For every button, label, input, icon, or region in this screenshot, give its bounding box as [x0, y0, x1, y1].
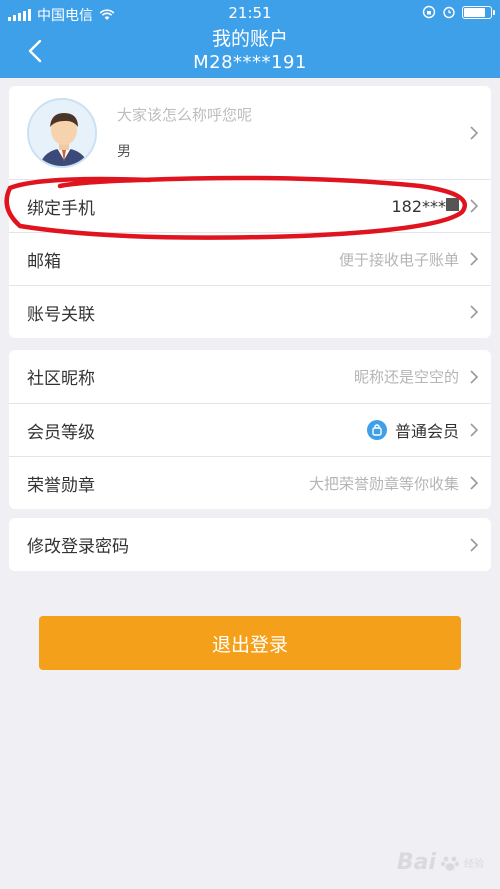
honor-medals-row[interactable]: 荣誉勋章 大把荣誉勋章等你收集	[9, 456, 491, 509]
account-card: 大家该怎么称呼您呢 男 绑定手机 182*** 邮箱 便于接收电子账单 账号关联	[9, 86, 491, 338]
chevron-right-icon	[470, 305, 479, 319]
community-nickname-row[interactable]: 社区昵称 昵称还是空空的	[9, 350, 491, 403]
chevron-right-icon	[470, 476, 479, 490]
honor-medals-label: 荣誉勋章	[27, 475, 95, 496]
member-level-text: 普通会员	[394, 422, 459, 441]
chevron-right-icon	[470, 125, 479, 140]
email-row[interactable]: 邮箱 便于接收电子账单	[9, 232, 491, 285]
page-title: 我的账户	[211, 28, 288, 50]
phone-number: 182***	[391, 196, 446, 216]
community-nickname-hint: 昵称还是空空的	[353, 368, 459, 386]
member-level-row[interactable]: 会员等级 普通会员	[9, 403, 491, 456]
bind-phone-value: 182***	[391, 197, 459, 216]
chevron-right-icon	[470, 252, 479, 266]
profile-row[interactable]: 大家该怎么称呼您呢 男	[9, 86, 491, 179]
linked-accounts-row[interactable]: 账号关联	[9, 285, 491, 338]
bind-phone-label: 绑定手机	[27, 198, 95, 219]
watermark-text: Bai	[396, 850, 436, 875]
top-bar: 中国电信 21:51 我的账户 M28****191	[0, 0, 500, 78]
alarm-icon	[443, 6, 455, 19]
gender-label: 男	[117, 144, 131, 160]
community-nickname-label: 社区昵称	[27, 369, 95, 389]
lock-rotation-icon	[422, 5, 436, 19]
password-card: 修改登录密码	[9, 518, 491, 571]
member-level-label: 会员等级	[27, 422, 95, 443]
linked-accounts-label: 账号关联	[27, 304, 95, 325]
community-card: 社区昵称 昵称还是空空的 会员等级 普通会员 荣誉勋章 大把荣誉勋章等你收集	[9, 350, 491, 509]
paw-icon	[440, 856, 460, 871]
change-password-row[interactable]: 修改登录密码	[9, 518, 491, 571]
chevron-right-icon	[470, 369, 479, 384]
member-level-value: 普通会员	[366, 418, 459, 442]
redaction-block	[446, 197, 459, 211]
status-bar: 中国电信 21:51	[0, 0, 500, 26]
chevron-right-icon	[470, 537, 479, 552]
battery-icon	[462, 5, 495, 19]
chevron-right-icon	[470, 199, 479, 213]
change-password-label: 修改登录密码	[27, 537, 129, 557]
logout-button[interactable]: 退出登录	[39, 616, 461, 670]
avatar	[27, 97, 97, 168]
bind-phone-row[interactable]: 绑定手机 182***	[9, 179, 491, 232]
honor-medals-hint: 大把荣誉勋章等你收集	[308, 474, 459, 493]
nickname-placeholder: 大家该怎么称呼您呢	[117, 106, 253, 124]
watermark: Bai 经验	[397, 850, 484, 875]
email-label: 邮箱	[27, 251, 61, 272]
watermark-sub: 经验	[464, 859, 484, 870]
account-id: M28****191	[193, 52, 307, 73]
member-badge-icon	[366, 420, 387, 440]
chevron-right-icon	[470, 423, 479, 437]
email-hint: 便于接收电子账单	[338, 250, 459, 269]
